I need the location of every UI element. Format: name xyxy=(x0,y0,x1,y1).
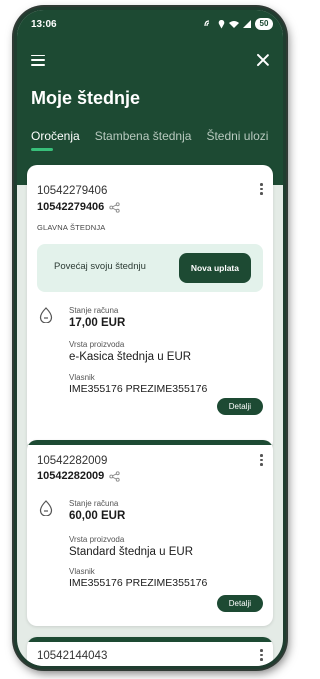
owner-name: IME355176 PREZIME355176 xyxy=(69,577,208,589)
account-number-bold: 10542279406 xyxy=(37,201,120,213)
savings-card[interactable]: 10542144043 10542144043 xyxy=(27,637,273,666)
details-button[interactable]: Detalji xyxy=(216,398,263,415)
owner-label: Vlasnik xyxy=(69,373,95,382)
app-screen: 13:06 50 Moje štednje Oročenja Stambena … xyxy=(17,10,283,666)
promo-banner: Povećaj svoju štednju Nova uplata xyxy=(37,244,263,292)
product-label: Vrsta proizvoda xyxy=(69,535,125,544)
tab-stambena-stednja[interactable]: Stambena štednja xyxy=(95,129,192,143)
card-top-border xyxy=(27,637,273,642)
close-icon[interactable] xyxy=(255,52,271,68)
product-name: Standard štednja u EUR xyxy=(69,546,194,558)
balance-amount: 17,00 EUR xyxy=(69,317,126,329)
promo-text: Povećaj svoju štednju xyxy=(54,261,146,272)
status-time: 13:06 xyxy=(31,18,57,30)
more-options-icon[interactable] xyxy=(260,454,264,466)
phone-frame: 13:06 50 Moje štednje Oročenja Stambena … xyxy=(14,7,286,669)
tab-stedni-ulozi[interactable]: Štedni ulozi xyxy=(206,129,268,143)
battery-icon: 50 xyxy=(255,18,273,30)
product-label: Vrsta proizvoda xyxy=(69,340,125,349)
top-bar xyxy=(31,50,271,70)
card-top-border xyxy=(27,440,273,445)
wallet-icon xyxy=(39,500,53,516)
account-number-bold-text: 10542282009 xyxy=(37,470,105,482)
product-name: e-Kasica štednja u EUR xyxy=(69,351,192,363)
owner-label: Vlasnik xyxy=(69,567,95,576)
balance-label: Stanje računa xyxy=(69,306,119,315)
share-icon[interactable] xyxy=(109,201,120,213)
share-icon[interactable] xyxy=(109,470,120,482)
more-options-icon[interactable] xyxy=(260,183,264,195)
account-number-bold: 10542144043 xyxy=(37,665,104,666)
account-number: 10542279406 xyxy=(37,185,108,197)
location-icon xyxy=(218,19,225,28)
owner-name: IME355176 PREZIME355176 xyxy=(69,383,208,395)
nfc-icon xyxy=(204,20,210,27)
wallet-icon xyxy=(39,307,53,323)
savings-card[interactable]: 10542282009 10542282009 Stanje računa 60… xyxy=(27,440,273,626)
main-savings-tag: GLAVNA ŠTEDNJA xyxy=(37,223,106,232)
app-header: 13:06 50 Moje štednje Oročenja Stambena … xyxy=(17,10,283,185)
tab-orocenja[interactable]: Oročenja xyxy=(31,129,80,151)
savings-card[interactable]: 10542279406 10542279406 GLAVNA ŠTEDNJA P… xyxy=(27,165,273,451)
account-number: 10542144043 xyxy=(37,650,108,662)
account-number-bold-text: 10542144043 xyxy=(37,665,104,666)
details-button[interactable]: Detalji xyxy=(216,595,263,612)
more-options-icon[interactable] xyxy=(260,649,264,661)
status-bar: 13:06 50 xyxy=(31,16,273,32)
menu-icon[interactable] xyxy=(31,54,45,66)
page-title: Moje štednje xyxy=(31,88,141,108)
balance-label: Stanje računa xyxy=(69,499,119,508)
signal-icon xyxy=(243,20,251,28)
account-number-bold: 10542282009 xyxy=(37,470,120,482)
status-icons: 50 xyxy=(204,18,273,30)
account-number-bold-text: 10542279406 xyxy=(37,201,105,213)
balance-amount: 60,00 EUR xyxy=(69,510,126,522)
wifi-icon xyxy=(229,21,239,28)
tab-bar: Oročenja Stambena štednja Štedni ulozi xyxy=(31,129,268,151)
new-payment-button[interactable]: Nova uplata xyxy=(178,253,251,283)
account-number: 10542282009 xyxy=(37,455,108,467)
